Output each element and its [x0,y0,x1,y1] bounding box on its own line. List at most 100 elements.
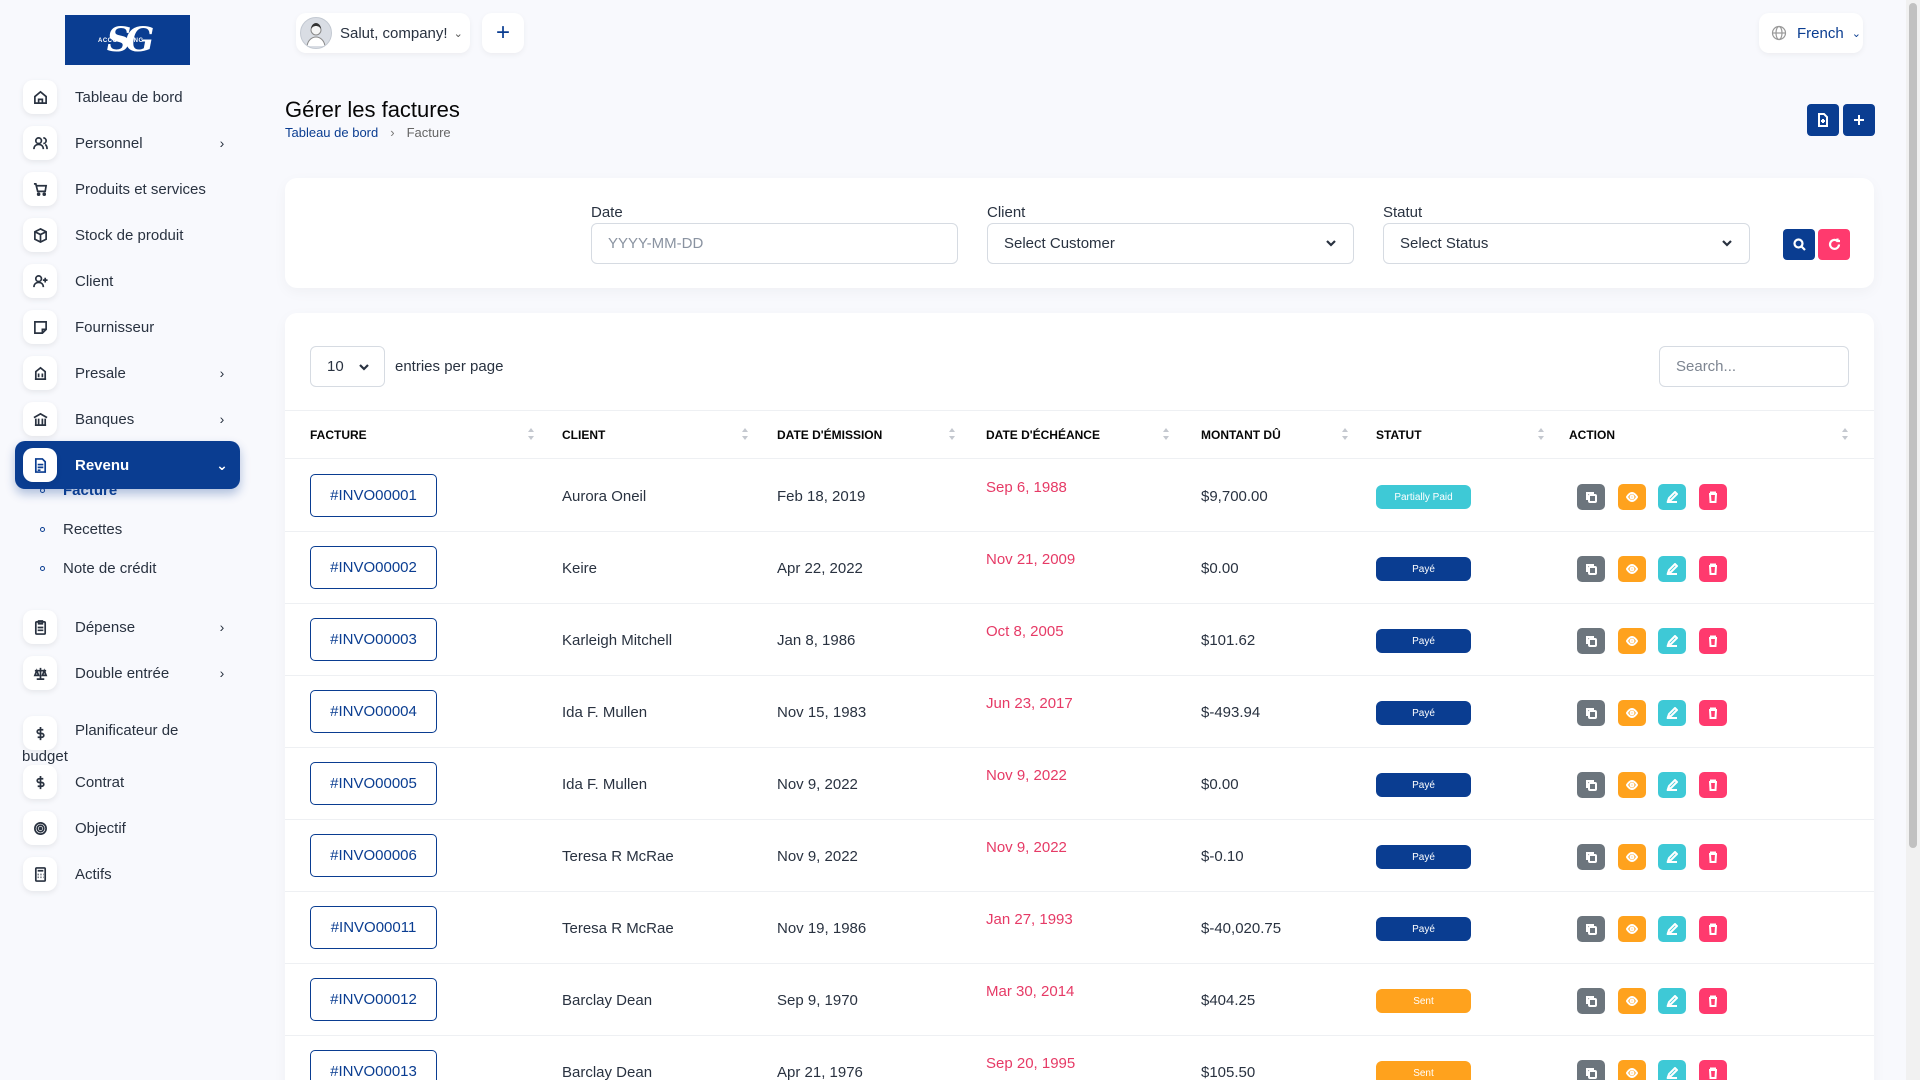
sidebar-item-client[interactable]: Client [15,257,240,305]
eye-button[interactable] [1618,988,1646,1014]
invoice-number-button[interactable]: #INVO00011 [310,906,437,949]
language-selector[interactable]: French ⌄ [1759,13,1863,53]
edit-button[interactable] [1658,772,1686,798]
sidebar-item-presale[interactable]: Presale › [15,349,240,397]
invoice-number-button[interactable]: #INVO00006 [310,834,437,877]
eye-button[interactable] [1618,844,1646,870]
client-filter-select[interactable]: Select Customer [987,223,1354,264]
sidebar-item-actifs[interactable]: Actifs [15,850,240,898]
duplicate-button[interactable] [1577,484,1605,510]
duplicate-button[interactable] [1577,628,1605,654]
trash-button[interactable] [1699,556,1727,582]
trash-button[interactable] [1699,628,1727,654]
column-header-5[interactable]: Statut [1376,411,1422,458]
edit-button[interactable] [1658,844,1686,870]
breadcrumb-link-dashboard[interactable]: Tableau de bord [285,125,378,140]
duplicate-button[interactable] [1577,988,1605,1014]
duplicate-button[interactable] [1577,556,1605,582]
edit-button[interactable] [1658,556,1686,582]
sidebar-item-personnel[interactable]: Personnel › [15,119,240,167]
table-search-input[interactable] [1659,346,1849,387]
edit-button[interactable] [1658,628,1686,654]
quick-add-button[interactable]: + [482,13,524,53]
page-scrollbar[interactable] [1906,0,1920,1080]
eye-button[interactable] [1618,700,1646,726]
invoice-number-button[interactable]: #INVO00012 [310,978,437,1021]
edit-button[interactable] [1658,484,1686,510]
duplicate-button[interactable] [1577,844,1605,870]
date-filter-input[interactable]: YYYY-MM-DD [591,223,958,264]
logo[interactable]: SG ACCOUNTING [65,15,190,65]
eye-button[interactable] [1618,556,1646,582]
column-header-1[interactable]: Client [562,411,605,458]
clipboard-icon [23,610,57,644]
apply-filter-button[interactable] [1783,229,1815,260]
sort-icon[interactable] [948,427,956,441]
note-icon [23,310,57,344]
trash-button[interactable] [1699,844,1727,870]
scrollbar-thumb[interactable] [1909,3,1917,848]
edit-button[interactable] [1658,988,1686,1014]
sidebar-item-double-entr-e[interactable]: Double entrée › [15,649,240,697]
trash-button[interactable] [1699,988,1727,1014]
sidebar-item-fournisseur[interactable]: Fournisseur [15,303,240,351]
trash-button[interactable] [1699,916,1727,942]
duplicate-button[interactable] [1577,1060,1605,1080]
sidebar-subitem-facture[interactable]: Facture [40,472,230,508]
sort-icon[interactable] [1537,427,1545,441]
sidebar-item-stock-de-produit[interactable]: Stock de produit [15,211,240,259]
sidebar-item-contrat[interactable]: Contrat [15,758,240,806]
invoice-number-button[interactable]: #INVO00001 [310,474,437,517]
column-header-0[interactable]: Facture [310,411,367,458]
column-header-4[interactable]: Montant dû [1201,411,1281,458]
home-icon [23,80,57,114]
column-header-6[interactable]: Action [1569,411,1615,458]
sort-icon[interactable] [1162,427,1170,441]
duplicate-button[interactable] [1577,772,1605,798]
eye-button[interactable] [1618,772,1646,798]
create-invoice-button[interactable] [1843,104,1875,136]
sort-icon[interactable] [741,427,749,441]
bullet-icon [40,565,45,571]
column-header-3[interactable]: Date d'échéance [986,411,1100,458]
invoice-number-button[interactable]: #INVO00013 [310,1050,437,1080]
sidebar-item-tableau-de-bord[interactable]: Tableau de bord [15,73,240,121]
eye-button[interactable] [1618,484,1646,510]
edit-button[interactable] [1658,916,1686,942]
duplicate-button[interactable] [1577,916,1605,942]
sort-icon[interactable] [1841,427,1849,441]
sidebar-item-banques[interactable]: Banques › [15,395,240,443]
sidebar-subitem-recettes[interactable]: Recettes [40,511,230,547]
invoice-number-button[interactable]: #INVO00002 [310,546,437,589]
status-filter-select[interactable]: Select Status [1383,223,1750,264]
eye-button[interactable] [1618,1060,1646,1080]
sidebar-item-produits-et-services[interactable]: Produits et services [15,165,240,213]
user-menu[interactable]: Salut, company! ⌄ [296,13,470,53]
sidebar-item-d-pense[interactable]: Dépense › [15,603,240,651]
issue-date: Apr 22, 2022 [777,559,863,577]
column-header-2[interactable]: Date d'émission [777,411,882,458]
entries-per-page-select[interactable]: 10 [310,346,385,387]
scale-icon [23,656,57,690]
edit-button[interactable] [1658,1060,1686,1080]
export-button[interactable] [1807,104,1839,136]
invoice-number-button[interactable]: #INVO00005 [310,762,437,805]
eye-button[interactable] [1618,916,1646,942]
trash-button[interactable] [1699,772,1727,798]
sort-icon[interactable] [527,427,535,441]
trash-icon [1709,851,1717,863]
sidebar-item-objectif[interactable]: Objectif [15,804,240,852]
sort-icon[interactable] [1341,427,1349,441]
duplicate-button[interactable] [1577,700,1605,726]
trash-button[interactable] [1699,484,1727,510]
trash-icon [1709,707,1717,719]
invoice-number-button[interactable]: #INVO00003 [310,618,437,661]
reset-filter-button[interactable] [1818,229,1850,260]
edit-button[interactable] [1658,700,1686,726]
trash-button[interactable] [1699,700,1727,726]
eye-button[interactable] [1618,628,1646,654]
sidebar-subitem-note-de-cr-dit[interactable]: Note de crédit [40,550,230,586]
due-date: Sep 6, 1988 [986,479,1067,496]
invoice-number-button[interactable]: #INVO00004 [310,690,437,733]
trash-button[interactable] [1699,1060,1727,1080]
